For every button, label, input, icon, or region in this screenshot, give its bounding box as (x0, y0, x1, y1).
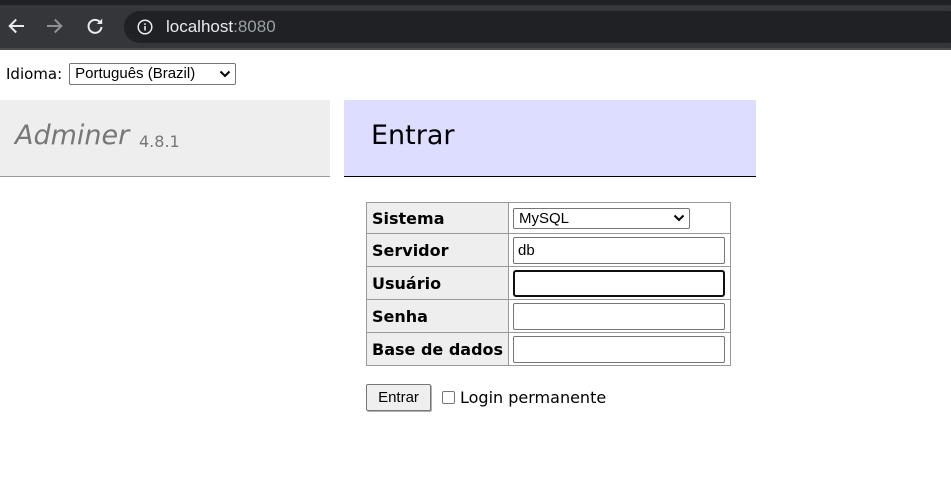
username-input[interactable] (513, 269, 725, 297)
password-input[interactable] (513, 302, 725, 330)
chevron-down-icon (673, 214, 685, 221)
page-heading-box: Entrar (344, 100, 756, 177)
url-host: localhost (166, 17, 234, 36)
browser-toolbar: localhost:8080 (0, 5, 951, 48)
permanent-login-label[interactable]: Login permanente (460, 388, 606, 407)
login-submit-button[interactable]: Entrar (366, 384, 431, 411)
permanent-login-checkbox[interactable] (442, 390, 455, 404)
login-form-table: Sistema MySQL Servidor Usuário Senha Bas… (366, 202, 731, 366)
back-button[interactable] (1, 11, 31, 41)
system-label: Sistema (366, 202, 509, 234)
url-text: localhost:8080 (166, 11, 276, 43)
language-row: Idioma: Português (Brazil) (6, 63, 237, 85)
language-select-value: Português (Brazil) (75, 65, 196, 82)
username-cell (508, 266, 731, 300)
server-cell (508, 233, 731, 267)
toolbar-divider (0, 48, 951, 50)
database-label: Base de dados (366, 332, 509, 366)
arrow-left-icon (8, 18, 24, 34)
adminer-version: 4.8.1 (139, 132, 180, 151)
server-label: Servidor (366, 233, 509, 267)
language-label: Idioma: (6, 65, 63, 83)
system-cell: MySQL (508, 202, 731, 234)
password-label: Senha (366, 299, 509, 333)
chevron-down-icon (219, 70, 231, 78)
info-icon[interactable] (137, 19, 153, 35)
database-cell (508, 332, 731, 366)
permanent-login-option: Login permanente (442, 386, 606, 408)
adminer-header: Adminer 4.8.1 (0, 100, 330, 177)
database-input[interactable] (513, 335, 725, 363)
system-select-value: MySQL (519, 209, 570, 227)
system-select[interactable]: MySQL (513, 207, 690, 229)
adminer-logo-link[interactable]: Adminer (15, 120, 129, 151)
language-select[interactable]: Português (Brazil) (69, 63, 237, 85)
username-label: Usuário (366, 266, 509, 300)
reload-icon (87, 18, 103, 34)
server-input[interactable] (513, 236, 725, 264)
forward-button[interactable] (40, 11, 70, 41)
server-row: Servidor (366, 233, 731, 267)
address-bar[interactable]: localhost:8080 (124, 11, 951, 43)
username-row: Usuário (366, 266, 731, 300)
arrow-right-icon (47, 18, 63, 34)
url-port: :8080 (233, 17, 276, 36)
system-row: Sistema MySQL (366, 202, 731, 234)
page-title: Entrar (371, 120, 455, 151)
reload-button[interactable] (80, 11, 110, 41)
password-cell (508, 299, 731, 333)
password-row: Senha (366, 299, 731, 333)
database-row: Base de dados (366, 332, 731, 366)
